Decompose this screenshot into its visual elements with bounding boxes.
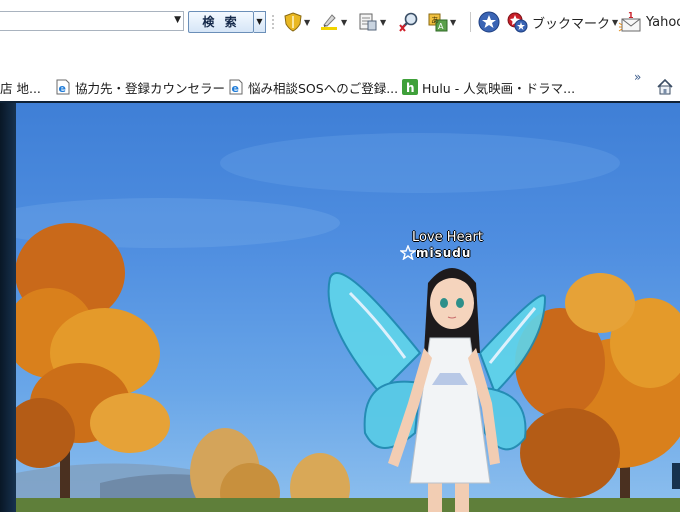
link-item[interactable]: 店 地... [0,78,41,96]
magnifier-icon [399,12,418,32]
translate-button[interactable]: あ A ▼ [428,10,456,34]
yahoo-label: Yahoo [646,14,680,30]
links-more-chevron[interactable]: » [634,70,641,84]
bookmark-icon [507,12,528,33]
links-bar: » 店 地... e 協力先・登録カウンセラー e 悩み相談SOSへのご登録..… [0,70,680,102]
search-toolbar: · · · · · · · · · · · · ▼ 検 索 ▼ ▼ ▼ ▼ [0,0,680,44]
player-name: misudu [416,245,472,260]
bookmark-button[interactable]: ブックマーク ▼ [506,10,618,34]
link-label: 店 地... [0,80,41,96]
star-icon [478,11,500,33]
bookmark-label: ブックマーク [532,16,611,32]
shield-icon [284,12,302,32]
search-button[interactable]: 検 索 [188,11,254,33]
svg-text:1: 1 [628,11,634,20]
translate-dropdown-icon[interactable]: ▼ [450,18,456,27]
link-item[interactable]: h Hulu - 人気映画・ドラマ... [402,78,575,96]
search-input[interactable]: ▼ [0,11,184,31]
link-item[interactable]: e 協力先・登録カウンセラー [55,78,225,96]
player-nameplate: Love Heart misudu [400,230,483,260]
player-character[interactable] [327,268,547,512]
search-history-dropdown-icon[interactable]: ▼ [174,15,181,25]
shield-dropdown-icon[interactable]: ▼ [304,18,310,27]
svg-text:A: A [438,22,444,31]
star-icon [400,245,416,260]
left-frame-edge [0,103,16,512]
link-label: Hulu - 人気映画・ドラマ... [422,80,576,96]
page-tool-dropdown-icon[interactable]: ▼ [380,18,386,27]
page-tool-icon [359,13,377,31]
highlighter-dropdown-icon[interactable]: ▼ [341,18,347,27]
ie-page-icon: e [229,79,243,95]
game-scene [0,133,680,512]
security-shield-button[interactable]: ▼ [284,10,310,34]
game-viewport[interactable]: Love Heart misudu [0,103,680,512]
translate-icon: あ A [428,13,448,32]
link-label: 悩み相談SOSへのご登録... [248,80,399,96]
svg-text:h: h [406,81,415,95]
link-label: 協力先・登録カウンセラー [75,80,226,96]
highlighter-button[interactable]: ▼ [319,10,347,34]
zoom-search-button[interactable] [398,10,420,34]
svg-text:e: e [59,82,66,95]
search-options-dropdown[interactable]: ▼ [254,11,266,33]
right-frame-fragment [672,463,680,489]
player-name-row: misudu [400,245,483,260]
player-title: Love Heart [412,230,483,245]
page-tool-button[interactable]: ▼ [358,10,386,34]
yahoo-mail-button[interactable]: 1 Yahoo [618,10,680,34]
favorites-button[interactable] [478,10,500,34]
svg-text:e: e [232,82,239,95]
toolbar-separator [470,12,471,32]
link-item[interactable]: e 悩み相談SOSへのご登録... [228,78,398,96]
ie-page-icon: e [56,79,70,95]
top-strip: · · · · · · · · · · · · [0,0,300,6]
hulu-icon: h [402,79,418,95]
grip-icon [270,10,276,34]
mail-icon: 1 [618,11,641,32]
home-icon[interactable] [656,78,674,96]
highlighter-icon [321,14,337,30]
